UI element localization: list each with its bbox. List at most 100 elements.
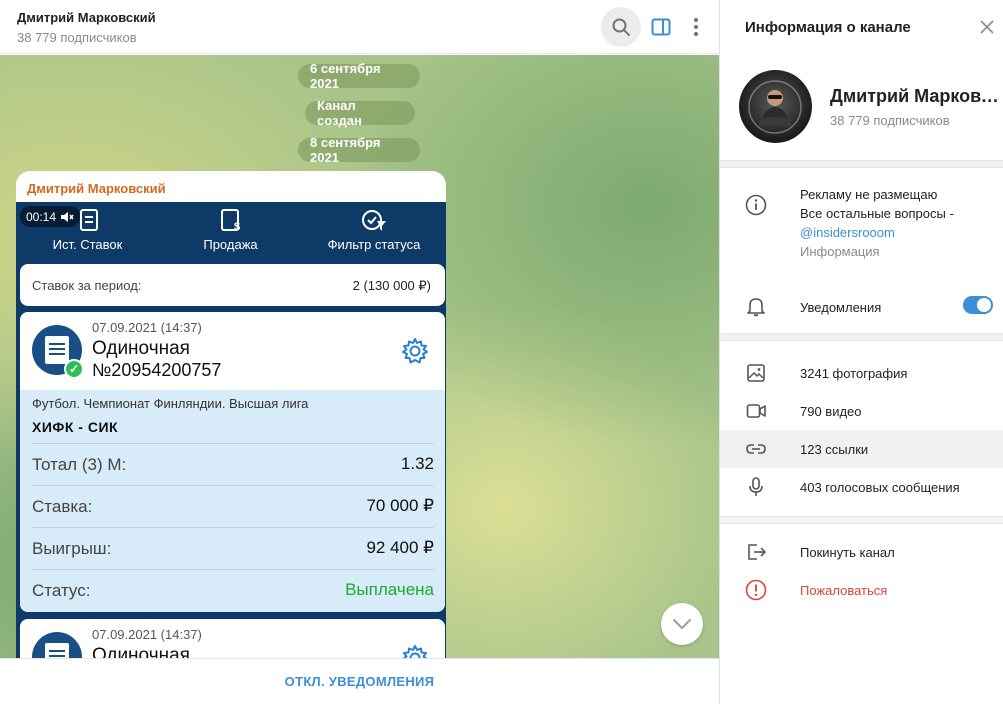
svg-text:$: $ <box>234 221 240 233</box>
bet-row-status: Статус: Выплачена <box>32 569 434 611</box>
bet-card: 07.09.2021 (14:37) Одиночная <box>20 619 445 658</box>
channel-description: Рекламу не размещаю Все остальные вопрос… <box>720 185 1003 265</box>
more-button[interactable] <box>676 7 716 47</box>
bet-details: Футбол. Чемпионат Финляндии. Высшая лига… <box>20 390 445 612</box>
app-tab-sale: $ Продажа <box>159 202 302 258</box>
leave-channel-label: Покинуть канал <box>800 545 895 560</box>
notifications-row[interactable]: Уведомления <box>720 288 1003 324</box>
video-timestamp[interactable]: 00:14 <box>20 206 81 227</box>
bet-row-value: 92 400 ₽ <box>366 538 434 557</box>
leave-icon <box>748 544 767 560</box>
report-label: Пожаловаться <box>800 583 888 598</box>
bet-row-stake: Ставка: 70 000 ₽ <box>32 485 434 527</box>
toggle-info-panel-button[interactable] <box>641 7 681 47</box>
media-label: 790 видео <box>800 404 862 419</box>
sidebar-icon <box>651 18 671 36</box>
leave-channel-button[interactable]: Покинуть канал <box>720 536 1003 568</box>
description-caption: Информация <box>800 244 880 259</box>
date-pill: 6 сентября 2021 <box>298 61 420 91</box>
divider <box>720 333 1003 341</box>
service-message: Канал создан <box>305 98 415 128</box>
media-label: 3241 фотография <box>800 366 908 381</box>
bet-number: №20954200757 <box>92 360 222 380</box>
divider <box>720 516 1003 524</box>
media-row-links[interactable]: 123 ссылки <box>720 430 1003 468</box>
bet-header: ✓ 07.09.2021 (14:37) Одиночная №20954200… <box>20 312 445 390</box>
media-row-photos[interactable]: 3241 фотография <box>720 354 1003 392</box>
warning-icon <box>745 579 767 601</box>
search-button[interactable] <box>601 7 641 47</box>
report-button[interactable]: Пожаловаться <box>720 574 1003 606</box>
description-line: Все остальные вопросы - <box>800 206 954 221</box>
bet-date: 07.09.2021 (14:37) <box>92 320 202 335</box>
bet-league: Футбол. Чемпионат Финляндии. Высшая лига <box>32 396 309 411</box>
chat-footer: ОТКЛ. УВЕДОМЛЕНИЯ <box>0 658 719 704</box>
scroll-to-bottom-button[interactable] <box>661 603 703 645</box>
channel-info-panel: Информация о канале Дмитрий Марковский 3… <box>719 0 1003 704</box>
search-icon <box>612 18 630 36</box>
mute-notifications-button[interactable]: ОТКЛ. УВЕДОМЛЕНИЯ <box>285 674 435 689</box>
message-author[interactable]: Дмитрий Марковский <box>27 181 166 196</box>
bet-row-key: Статус: <box>32 581 91 600</box>
message-video[interactable]: Ист. Ставок $ Продажа Фильтр статуса 00:… <box>16 202 446 658</box>
video-icon <box>746 404 766 418</box>
bet-row-value: 70 000 ₽ <box>366 496 434 515</box>
close-icon[interactable] <box>977 17 997 37</box>
media-row-voice[interactable]: 403 голосовых сообщения <box>720 468 1003 506</box>
mic-icon <box>749 477 763 496</box>
app-tab-label: Фильтр статуса <box>327 237 421 252</box>
info-panel-title: Информация о канале <box>745 19 911 36</box>
message-bubble[interactable]: Дмитрий Марковский Ист. Ставок $ Продажа… <box>16 171 446 658</box>
channel-name: Дмитрий Марковский <box>830 86 1000 106</box>
receipt-icon <box>32 632 82 658</box>
check-icon: ✓ <box>64 359 84 379</box>
chat-background: 6 сентября 2021 Канал создан 8 сентября … <box>0 55 719 658</box>
notifications-label: Уведомления <box>800 300 882 315</box>
bell-icon <box>747 298 765 317</box>
muted-speaker-icon[interactable] <box>60 211 74 223</box>
bet-header: 07.09.2021 (14:37) Одиночная <box>20 619 445 658</box>
notifications-toggle[interactable] <box>963 296 993 314</box>
sale-icon: $ <box>220 209 240 233</box>
chevron-down-icon <box>673 619 691 629</box>
video-duration: 00:14 <box>26 209 57 224</box>
date-pill: 8 сентября 2021 <box>298 135 420 165</box>
channel-subscribers: 38 779 подписчиков <box>830 113 950 128</box>
bet-type: Одиночная <box>92 338 190 359</box>
period-label: Ставок за период: <box>32 278 142 293</box>
bet-row-value: 1.32 <box>400 454 434 473</box>
bet-card: ✓ 07.09.2021 (14:37) Одиночная №20954200… <box>20 312 445 612</box>
chat-title[interactable]: Дмитрий Марковский <box>17 10 156 25</box>
gear-icon <box>402 338 428 364</box>
avatar-image <box>748 80 802 134</box>
bet-row-key: Ставка: <box>32 497 93 516</box>
period-value: 2 (130 000 ₽) <box>352 278 431 293</box>
bet-row-total: Тотал (3) М: 1.32 <box>32 443 434 485</box>
media-label: 123 ссылки <box>800 442 869 457</box>
app-tab-label: Ист. Ставок <box>52 237 123 252</box>
chat-subscribers: 38 779 подписчиков <box>17 30 137 45</box>
app-tab-filter: Фильтр статуса <box>302 202 446 258</box>
media-row-videos[interactable]: 790 видео <box>720 392 1003 430</box>
period-summary: Ставок за период: 2 (130 000 ₽) <box>20 264 445 306</box>
bet-row-key: Выигрыш: <box>32 539 112 558</box>
bet-type: Одиночная <box>92 645 190 658</box>
bet-match: ХИФК - СИК <box>32 419 119 435</box>
more-vertical-icon <box>694 18 698 36</box>
bet-row-win: Выигрыш: 92 400 ₽ <box>32 527 434 569</box>
chat-pane: Дмитрий Марковский 38 779 подписчиков 6 … <box>0 0 719 704</box>
photo-icon <box>747 364 765 382</box>
bet-date: 07.09.2021 (14:37) <box>92 627 202 642</box>
divider <box>720 160 1003 168</box>
info-icon <box>745 194 767 216</box>
bet-row-key: Тотал (3) М: <box>32 455 127 474</box>
app-tabbar: Ист. Ставок $ Продажа Фильтр статуса <box>16 202 446 258</box>
description-link[interactable]: @insidersrooom <box>800 223 954 242</box>
link-icon <box>746 444 766 454</box>
bet-status-paid: Выплачена <box>345 580 434 599</box>
filter-status-icon <box>362 210 386 231</box>
avatar[interactable] <box>739 70 812 143</box>
media-label: 403 голосовых сообщения <box>800 480 960 495</box>
gear-icon <box>402 645 428 658</box>
chat-header[interactable]: Дмитрий Марковский 38 779 подписчиков <box>0 0 719 54</box>
